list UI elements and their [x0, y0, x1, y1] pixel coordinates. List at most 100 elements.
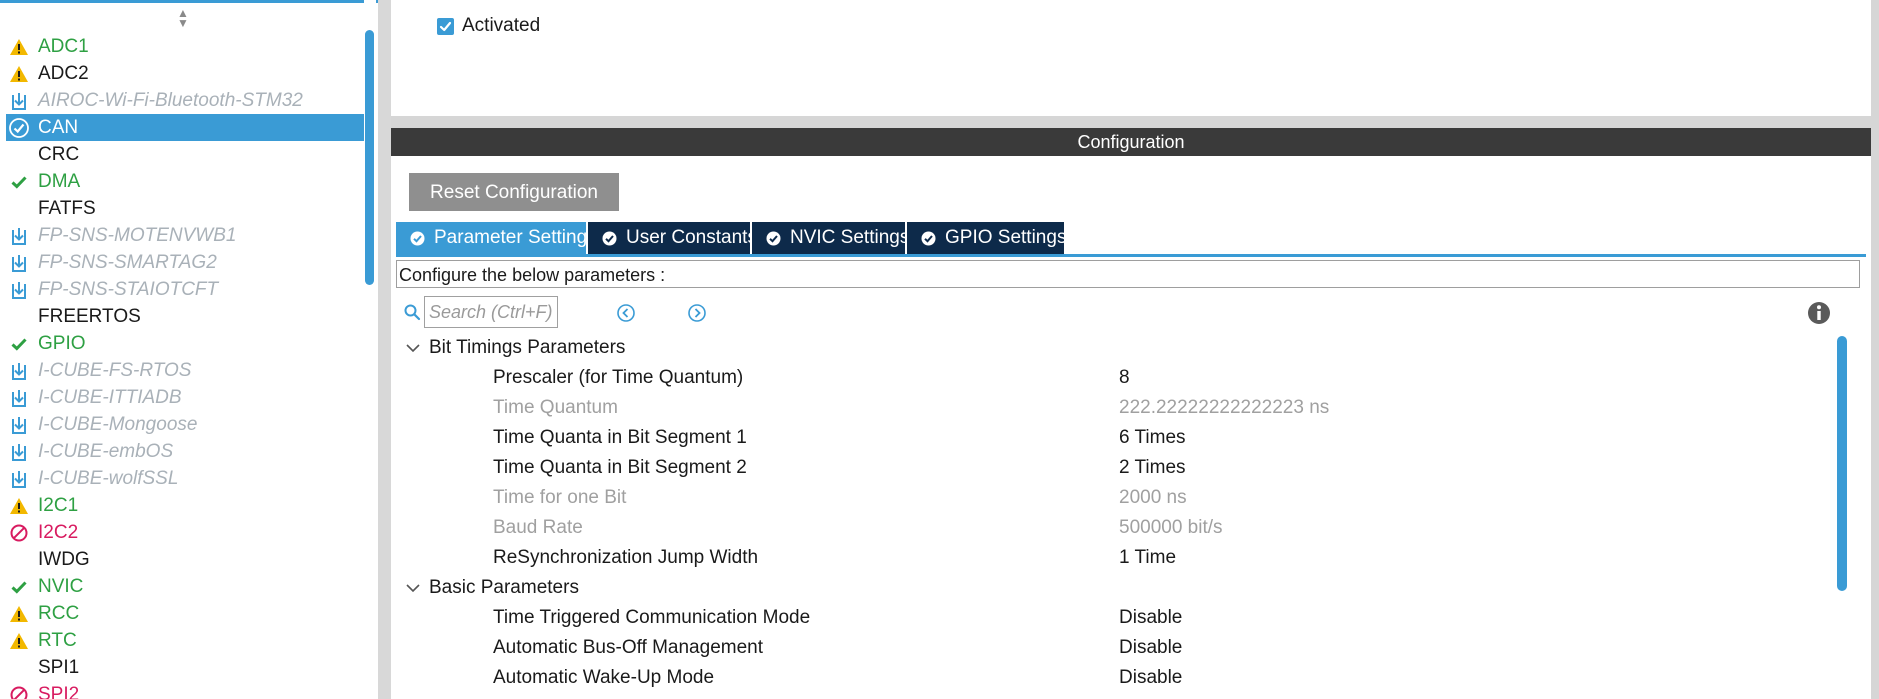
download-pack-icon [9, 280, 29, 300]
param-row[interactable]: Automatic Bus-Off Management Disable [391, 633, 1831, 663]
parameter-tree: Bit Timings Parameters Prescaler (for Tim… [391, 333, 1831, 693]
param-value: 222.22222222222223 ns [1119, 397, 1330, 418]
sidebar-item-rtc[interactable]: RTC [6, 627, 364, 654]
tab-parameter-settings[interactable]: Parameter Settings [396, 222, 597, 254]
reset-configuration-button[interactable]: Reset Configuration [409, 173, 619, 211]
sidebar-item-i2c2[interactable]: I2C2 [6, 519, 364, 546]
chevron-down-icon[interactable] [405, 580, 421, 596]
warning-icon [9, 64, 29, 84]
sidebar-item-i-cube-mongoose[interactable]: I-CUBE-Mongoose [6, 411, 364, 438]
configuration-panel: Activated Configuration Reset Configurat… [391, 0, 1879, 699]
parameter-scrollbar-thumb[interactable] [1837, 336, 1847, 591]
warning-icon [9, 604, 29, 624]
sidebar-item-crc[interactable]: CRC [6, 141, 364, 168]
previous-result-icon[interactable] [616, 303, 636, 323]
search-input[interactable] [424, 296, 558, 328]
sidebar-item-fatfs[interactable]: FATFS [6, 195, 364, 222]
section-divider [391, 116, 1871, 128]
sidebar-item-i-cube-wolfssl[interactable]: I-CUBE-wolfSSL [6, 465, 364, 492]
param-row[interactable]: ReSynchronization Jump Width 1 Time [391, 543, 1831, 573]
tab-nvic-settings[interactable]: NVIC Settings [752, 222, 909, 254]
sort-arrows-icon[interactable]: ▲ ▼ [176, 7, 190, 29]
chevron-down-icon[interactable] [405, 340, 421, 356]
tab-label: NVIC Settings [790, 227, 910, 248]
download-pack-icon [9, 361, 29, 381]
sidebar-item-label: AIROC-Wi-Fi-Bluetooth-STM32 [38, 90, 303, 111]
sidebar-item-fp-sns-staiotcft[interactable]: FP-SNS-STAIOTCFT [6, 276, 364, 303]
peripheral-panel: ▲ ▼ ADC1 ADC2 AIROC-Wi-Fi-Bluetooth-STM32 CA… [0, 0, 378, 699]
sidebar-item-nvic[interactable]: NVIC [6, 573, 364, 600]
param-name: Automatic Bus-Off Management [493, 637, 763, 658]
param-value[interactable]: Disable [1119, 603, 1182, 633]
tab-user-constants[interactable]: User Constants [588, 222, 757, 254]
check-circle-icon [410, 231, 425, 246]
param-row[interactable]: Prescaler (for Time Quantum) 8 [391, 363, 1831, 393]
sidebar-item-fp-sns-motenvwb1[interactable]: FP-SNS-MOTENVWB1 [6, 222, 364, 249]
param-row[interactable]: Automatic Wake-Up Mode Disable [391, 663, 1831, 693]
sidebar-item-freertos[interactable]: FREERTOS [6, 303, 364, 330]
sidebar-item-airoc-wi-fi-bluetooth-stm32[interactable]: AIROC-Wi-Fi-Bluetooth-STM32 [6, 87, 364, 114]
param-row[interactable]: Time Triggered Communication Mode Disable [391, 603, 1831, 633]
param-row[interactable]: Time Quanta in Bit Segment 1 6 Times [391, 423, 1831, 453]
sidebar-item-i-cube-embos[interactable]: I-CUBE-embOS [6, 438, 364, 465]
sidebar-item-iwdg[interactable]: IWDG [6, 546, 364, 573]
param-value[interactable]: 6 Times [1119, 423, 1186, 453]
param-row: Time for one Bit 2000 ns [391, 483, 1831, 513]
sidebar-item-rcc[interactable]: RCC [6, 600, 364, 627]
sidebar-item-adc2[interactable]: ADC2 [6, 60, 364, 87]
tab-gpio-settings[interactable]: GPIO Settings [907, 222, 1067, 254]
param-row[interactable]: Time Quanta in Bit Segment 2 2 Times [391, 453, 1831, 483]
sidebar-item-spi1[interactable]: SPI1 [6, 654, 364, 681]
param-value[interactable]: 1 Time [1119, 543, 1176, 573]
sidebar-item-can[interactable]: CAN [6, 114, 364, 141]
download-pack-icon [9, 469, 29, 489]
peripheral-list: ADC1 ADC2 AIROC-Wi-Fi-Bluetooth-STM32 CAN CR… [6, 33, 364, 699]
param-name: ReSynchronization Jump Width [493, 547, 759, 568]
sidebar-item-label: SPI1 [38, 657, 80, 678]
group-row-basic-parameters[interactable]: Basic Parameters [391, 573, 1831, 603]
param-value[interactable]: 8 [1119, 363, 1130, 393]
left-scrollbar-thumb[interactable] [365, 30, 374, 285]
sidebar-item-spi2[interactable]: SPI2 [6, 681, 364, 699]
sidebar-item-adc1[interactable]: ADC1 [6, 33, 364, 60]
sidebar-item-i-cube-ittiadb[interactable]: I-CUBE-ITTIADB [6, 384, 364, 411]
param-value[interactable]: Disable [1119, 663, 1182, 693]
sidebar-item-i2c1[interactable]: I2C1 [6, 492, 364, 519]
sidebar-item-label: IWDG [38, 549, 90, 570]
check-circle-icon [766, 231, 781, 246]
param-value[interactable]: 2 Times [1119, 453, 1186, 483]
parameters-description: Configure the below parameters : [396, 260, 1860, 288]
info-icon[interactable] [1806, 300, 1832, 326]
sidebar-item-label: NVIC [38, 576, 84, 597]
check-circle-icon [921, 231, 936, 246]
check-circle-icon [602, 231, 617, 246]
activated-label: Activated [462, 15, 541, 36]
param-value[interactable]: Disable [1119, 633, 1182, 663]
tab-label: GPIO Settings [945, 227, 1067, 248]
sidebar-item-label: I-CUBE-FS-RTOS [38, 360, 192, 381]
download-pack-icon [9, 91, 29, 111]
sidebar-item-gpio[interactable]: GPIO [6, 330, 364, 357]
check-icon [9, 172, 29, 192]
warning-icon [9, 631, 29, 651]
prohibited-icon [9, 523, 29, 543]
next-result-icon[interactable] [687, 303, 707, 323]
sidebar-item-dma[interactable]: DMA [6, 168, 364, 195]
sidebar-item-i-cube-fs-rtos[interactable]: I-CUBE-FS-RTOS [6, 357, 364, 384]
sidebar-item-label: DMA [38, 171, 81, 192]
sidebar-item-label: I2C1 [38, 495, 79, 516]
group-row-bit-timings-parameters[interactable]: Bit Timings Parameters [391, 333, 1831, 363]
right-edge-border [1871, 0, 1879, 699]
tab-underline [396, 254, 1866, 257]
param-name: Time Quanta in Bit Segment 2 [493, 457, 747, 478]
sidebar-item-label: I-CUBE-ITTIADB [38, 387, 182, 408]
param-name: Time for one Bit [493, 487, 627, 508]
sidebar-item-label: GPIO [38, 333, 86, 354]
panel-splitter[interactable] [378, 0, 391, 699]
sidebar-item-fp-sns-smartag2[interactable]: FP-SNS-SMARTAG2 [6, 249, 364, 276]
tab-label: Parameter Settings [434, 227, 597, 248]
check-circle-icon [9, 118, 29, 138]
sidebar-item-label: I-CUBE-embOS [38, 441, 174, 462]
activated-checkbox[interactable] [437, 18, 454, 35]
param-value: 500000 bit/s [1119, 517, 1223, 538]
